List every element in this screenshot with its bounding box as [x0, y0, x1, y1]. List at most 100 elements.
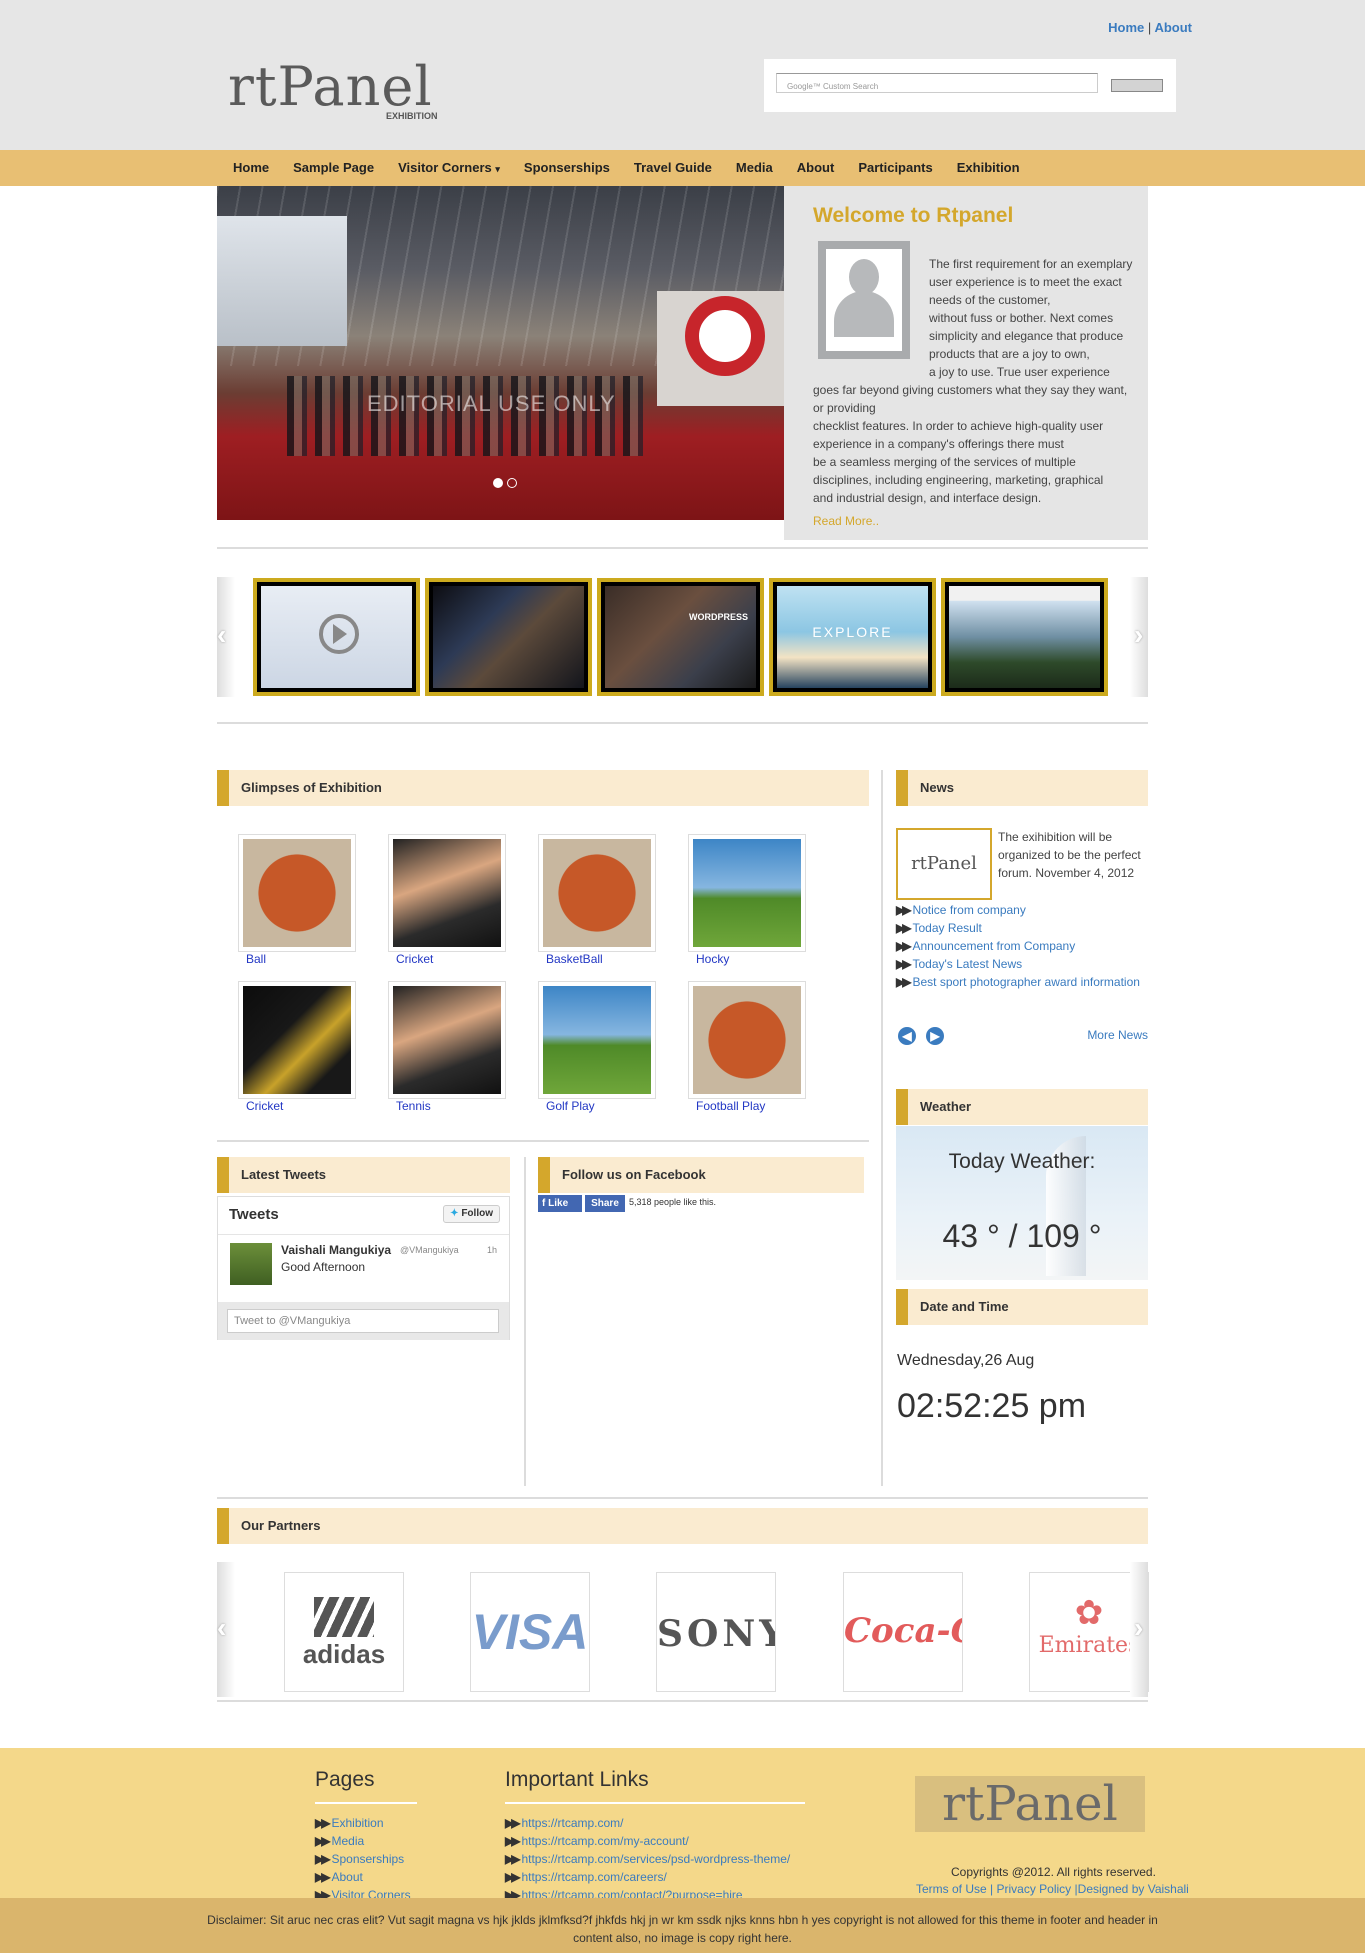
video-carousel-next[interactable]: › — [1130, 577, 1148, 697]
glimpse-item[interactable]: Tennis — [388, 981, 506, 1113]
divider — [217, 1497, 1148, 1499]
partners-carousel-next[interactable]: › — [1130, 1562, 1148, 1697]
partner-adidas[interactable]: adidas — [284, 1572, 404, 1692]
video-thumb[interactable] — [425, 578, 592, 696]
welcome-line: products that are a joy to own, — [929, 347, 1090, 361]
read-more-link[interactable]: Read More.. — [813, 514, 879, 528]
cricket-image — [393, 839, 501, 947]
video-thumb[interactable] — [253, 578, 420, 696]
footer-page-link[interactable]: ▶▶ Media — [315, 1832, 411, 1850]
footer-important-link[interactable]: ▶▶ https://rtcamp.com/my-account/ — [505, 1832, 790, 1850]
welcome-line: or providing — [813, 401, 876, 415]
site-logo[interactable]: rtPanel — [228, 60, 433, 114]
partner-name: SONY — [657, 1613, 776, 1655]
column-divider — [881, 770, 883, 1486]
partner-name: adidas — [302, 1639, 386, 1669]
nav-item-sample-page[interactable]: Sample Page — [281, 150, 386, 186]
nav-item-participants[interactable]: Participants — [846, 150, 944, 186]
footer-page-link[interactable]: ▶▶ Exhibition — [315, 1814, 411, 1832]
hero-slider[interactable]: EDITORIAL USE ONLY — [217, 186, 784, 520]
slider-dot[interactable] — [507, 478, 517, 488]
footer-page-link[interactable]: ▶▶ Sponserships — [315, 1850, 411, 1868]
partners-carousel-prev[interactable]: ‹ — [217, 1562, 235, 1697]
privacy-link[interactable]: Privacy Policy — [997, 1882, 1072, 1896]
slider-dot-active[interactable] — [493, 478, 503, 488]
welcome-line: goes far beyond giving customers what th… — [813, 383, 1128, 397]
glimpse-label[interactable]: BasketBall — [538, 952, 656, 966]
main-nav: Home Sample Page Visitor Corners ▾ Spons… — [0, 150, 1365, 186]
footer-page-link[interactable]: ▶▶ About — [315, 1868, 411, 1886]
glimpse-label[interactable]: Ball — [238, 952, 356, 966]
top-link-about[interactable]: About — [1154, 20, 1192, 35]
video-thumb[interactable]: WORDPRESS — [597, 578, 764, 696]
welcome-line: The first requirement for an exemplary — [929, 257, 1133, 271]
weather-widget: Today Weather: 43 ° / 109 ° — [896, 1126, 1148, 1280]
double-arrow-icon: ▶▶ — [896, 957, 912, 971]
glimpse-label[interactable]: Tennis — [388, 1099, 506, 1113]
divider — [217, 1700, 1148, 1702]
twitter-avatar[interactable] — [230, 1243, 272, 1285]
nav-item-media[interactable]: Media — [724, 150, 785, 186]
tweet-input[interactable]: Tweet to @VMangukiya — [227, 1309, 499, 1333]
tweet-user-name[interactable]: Vaishali Mangukiya — [281, 1243, 391, 1257]
twitter-follow-button[interactable]: ✦ Follow — [443, 1205, 500, 1223]
terms-link[interactable]: Terms of Use — [916, 1882, 987, 1896]
nav-item-travel-guide[interactable]: Travel Guide — [622, 150, 724, 186]
footer-important-link[interactable]: ▶▶ https://rtcamp.com/careers/ — [505, 1868, 790, 1886]
top-link-home[interactable]: Home — [1108, 20, 1144, 35]
video-thumb[interactable] — [941, 578, 1108, 696]
divider — [217, 722, 1148, 724]
glimpse-label[interactable]: Football Play — [688, 1099, 806, 1113]
welcome-line: needs of the customer, — [929, 293, 1051, 307]
glimpse-label[interactable]: Golf Play — [538, 1099, 656, 1113]
news-item[interactable]: ▶▶ Announcement from Company — [896, 937, 1148, 955]
footer-important-link[interactable]: ▶▶ https://rtcamp.com/services/psd-wordpr… — [505, 1850, 790, 1868]
news-item[interactable]: ▶▶ Best sport photographer award informat… — [896, 973, 1148, 991]
nav-item-sponserships[interactable]: Sponserships — [512, 150, 622, 186]
double-arrow-icon: ▶▶ — [896, 939, 912, 953]
news-item[interactable]: ▶▶ Today's Latest News — [896, 955, 1148, 973]
glimpse-item[interactable]: Ball — [238, 834, 356, 966]
news-item[interactable]: ▶▶ Notice from company — [896, 901, 1148, 919]
tennis-image — [393, 986, 501, 1094]
nav-item-visitor-corners[interactable]: Visitor Corners ▾ — [386, 150, 512, 186]
more-news-link[interactable]: More News — [1087, 1028, 1148, 1042]
news-item[interactable]: ▶▶ Today Result — [896, 919, 1148, 937]
nav-item-about[interactable]: About — [785, 150, 847, 186]
double-arrow-icon: ▶▶ — [315, 1816, 331, 1830]
search-input[interactable]: Google™ Custom Search — [776, 73, 1098, 93]
partner-coca-cola[interactable]: Coca-Cola — [843, 1572, 963, 1692]
partner-sony[interactable]: SONY — [656, 1572, 776, 1692]
search-button[interactable] — [1111, 79, 1163, 92]
news-next-button[interactable]: ▶ — [926, 1027, 944, 1045]
glimpse-item[interactable]: Football Play — [688, 981, 806, 1113]
twitter-bird-icon: ✦ — [450, 1208, 459, 1219]
news-intro: The exihibition will be organized to be … — [998, 830, 1141, 880]
glimpse-item[interactable]: BasketBall — [538, 834, 656, 966]
facebook-share-button[interactable]: Share — [585, 1195, 625, 1212]
video-carousel-prev[interactable]: ‹ — [217, 577, 235, 697]
glimpse-item[interactable]: Golf Play — [538, 981, 656, 1113]
glimpse-label[interactable]: Cricket — [238, 1099, 356, 1113]
glimpse-item[interactable]: Cricket — [388, 834, 506, 966]
video-thumb-image: WORDPRESS — [605, 586, 756, 688]
glimpse-label[interactable]: Hocky — [688, 952, 806, 966]
top-links-separator: | — [1147, 20, 1152, 35]
welcome-text: The first requirement for an exemplary u… — [813, 255, 1147, 507]
partner-visa[interactable]: VISA — [470, 1572, 590, 1692]
facebook-like-button[interactable]: f Like — [538, 1195, 582, 1212]
double-arrow-icon: ▶▶ — [505, 1816, 521, 1830]
designer-link[interactable]: Designed by Vaishali — [1078, 1882, 1189, 1896]
hocky-image — [693, 839, 801, 947]
news-prev-button[interactable]: ◀ — [898, 1027, 916, 1045]
welcome-line: disciplines, including engineering, mark… — [813, 473, 1104, 487]
tweet-user-handle[interactable]: @VMangukiya — [400, 1245, 459, 1255]
footer-important-link[interactable]: ▶▶ https://rtcamp.com/ — [505, 1814, 790, 1832]
glimpse-label[interactable]: Cricket — [388, 952, 506, 966]
nav-item-exhibition[interactable]: Exhibition — [945, 150, 1032, 186]
glimpse-item[interactable]: Cricket — [238, 981, 356, 1113]
nav-item-home[interactable]: Home — [221, 150, 281, 186]
video-thumb[interactable]: EXPLORE — [769, 578, 936, 696]
footer-logo[interactable]: rtPanel — [915, 1776, 1145, 1832]
glimpse-item[interactable]: Hocky — [688, 834, 806, 966]
